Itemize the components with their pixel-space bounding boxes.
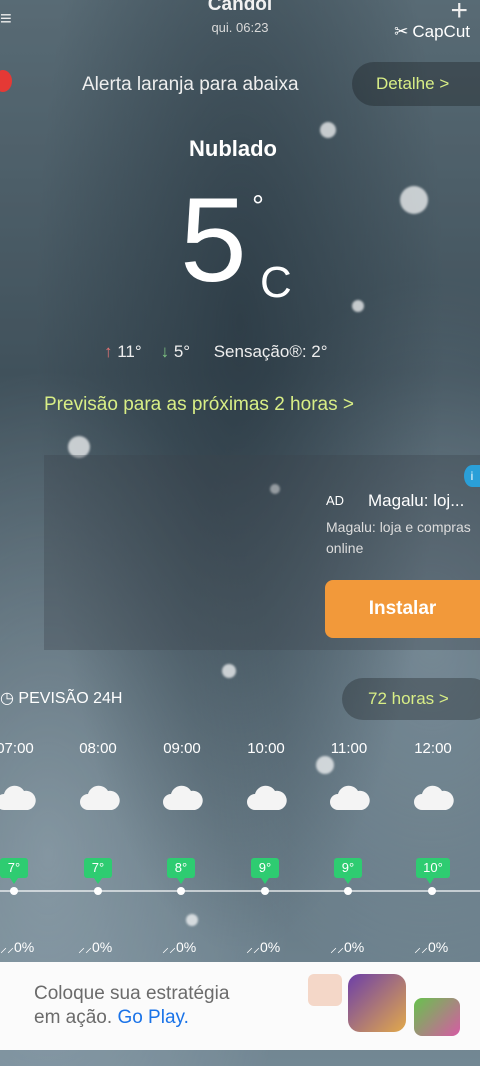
temperature-unit: C [260, 258, 292, 307]
low-temp: 5° [173, 342, 191, 361]
hour-temp-badge: 7° [84, 858, 112, 884]
timeline-dot [10, 887, 18, 895]
raindrop-icon: ⸝⸝ [78, 939, 92, 955]
city-name: Candói [207, 0, 273, 15]
clock-icon: ◷ [0, 690, 14, 707]
hour-label: 07:00 [0, 740, 34, 757]
top-bar: ≡ Candói qui. 06:23 + ✂ CapCut [0, 0, 480, 48]
capcut-logo-icon: ✂ [394, 22, 409, 41]
two-hour-forecast-link[interactable]: Previsão para as próximas 2 horas > [44, 394, 354, 416]
hour-label: 11:00 [330, 740, 368, 757]
clash-of-clans-app-icon [348, 974, 406, 1032]
ad-info-icon[interactable]: i [464, 465, 480, 487]
timeline-dot [94, 887, 102, 895]
snowflake [222, 664, 236, 678]
arrow-up-icon: ↑ [104, 342, 113, 361]
cloud-icon [414, 785, 454, 810]
cloud-icon [247, 785, 287, 810]
alert-detail-button[interactable]: Detalhe > [352, 62, 480, 106]
timeline-dot [261, 887, 269, 895]
timeline-dot [344, 887, 352, 895]
snowflake [316, 756, 334, 774]
ad-card[interactable]: i AD Magalu: loj... Magalu: loja e compr… [44, 455, 480, 650]
temp-range: ↑ 11° ↓ 5° Sensação®: 2° [104, 342, 328, 362]
timeline-dot [428, 887, 436, 895]
install-button[interactable]: Instalar [325, 580, 480, 638]
temp-timeline [0, 890, 480, 892]
raindrop-icon: ⸝⸝ [0, 939, 14, 955]
hour-label: 09:00 [163, 740, 201, 757]
app-thumbnail-icon [414, 998, 460, 1036]
raindrop-icon: ⸝⸝ [330, 939, 344, 955]
raindrop-icon: ⸝⸝ [414, 939, 428, 955]
forecast-24h-title: ◷ PEVISÃO 24H [0, 690, 123, 707]
cloud-icon [330, 785, 370, 810]
raindrop-icon: ⸝⸝ [162, 939, 176, 955]
alert-badge-icon [0, 70, 12, 92]
rain-chance: ⸝⸝0% [414, 939, 449, 955]
weather-condition: Nublado [189, 136, 277, 161]
hour-label: 12:00 [414, 740, 452, 757]
snowflake [352, 300, 364, 312]
rain-chance: ⸝⸝0% [246, 939, 281, 955]
hour-label: 10:00 [247, 740, 285, 757]
cloud-icon [163, 785, 203, 810]
rain-chance: ⸝⸝0% [330, 939, 365, 955]
raindrop-icon: ⸝⸝ [246, 939, 260, 955]
ad-description: Magalu: loja e compras online [326, 519, 471, 556]
app-thumbnail-icon [308, 974, 342, 1006]
snowflake [400, 186, 428, 214]
ad-tag: AD [326, 493, 345, 508]
cloud-icon [80, 785, 120, 810]
hour-temp-badge: 8° [167, 858, 195, 884]
arrow-down-icon: ↓ [160, 342, 170, 361]
ad-title: Magalu: loj... [368, 491, 465, 510]
hour-temp-badge: 9° [334, 858, 362, 884]
rain-chance: ⸝⸝0% [162, 939, 197, 955]
degree-symbol: ° [252, 190, 264, 223]
weather-alert[interactable]: Alerta laranja para abaixa Detalhe > [30, 62, 480, 106]
hour-label: 08:00 [79, 740, 117, 757]
forecast-72h-button[interactable]: 72 horas > [342, 678, 480, 720]
high-temp: 11° [117, 342, 142, 361]
timeline-dot [177, 887, 185, 895]
banner-ad-text: Coloque sua estratégia em ação. Go Play. [34, 983, 230, 1028]
hour-temp-badge: 10° [416, 858, 450, 884]
bottom-banner-ad[interactable]: Coloque sua estratégia em ação. Go Play. [0, 962, 480, 1050]
capcut-watermark: ✂ CapCut [394, 22, 470, 41]
current-temperature: 5 [180, 173, 247, 307]
hour-temp-badge: 7° [0, 858, 28, 884]
rain-chance: ⸝⸝0% [78, 939, 113, 955]
feels-like: Sensação®: 2° [213, 342, 328, 361]
snowflake [186, 914, 198, 926]
hour-temp-badge: 9° [251, 858, 279, 884]
rain-chance: ⸝⸝0% [0, 939, 35, 955]
alert-text: Alerta laranja para abaixa [82, 74, 299, 95]
cloud-icon [0, 785, 36, 810]
